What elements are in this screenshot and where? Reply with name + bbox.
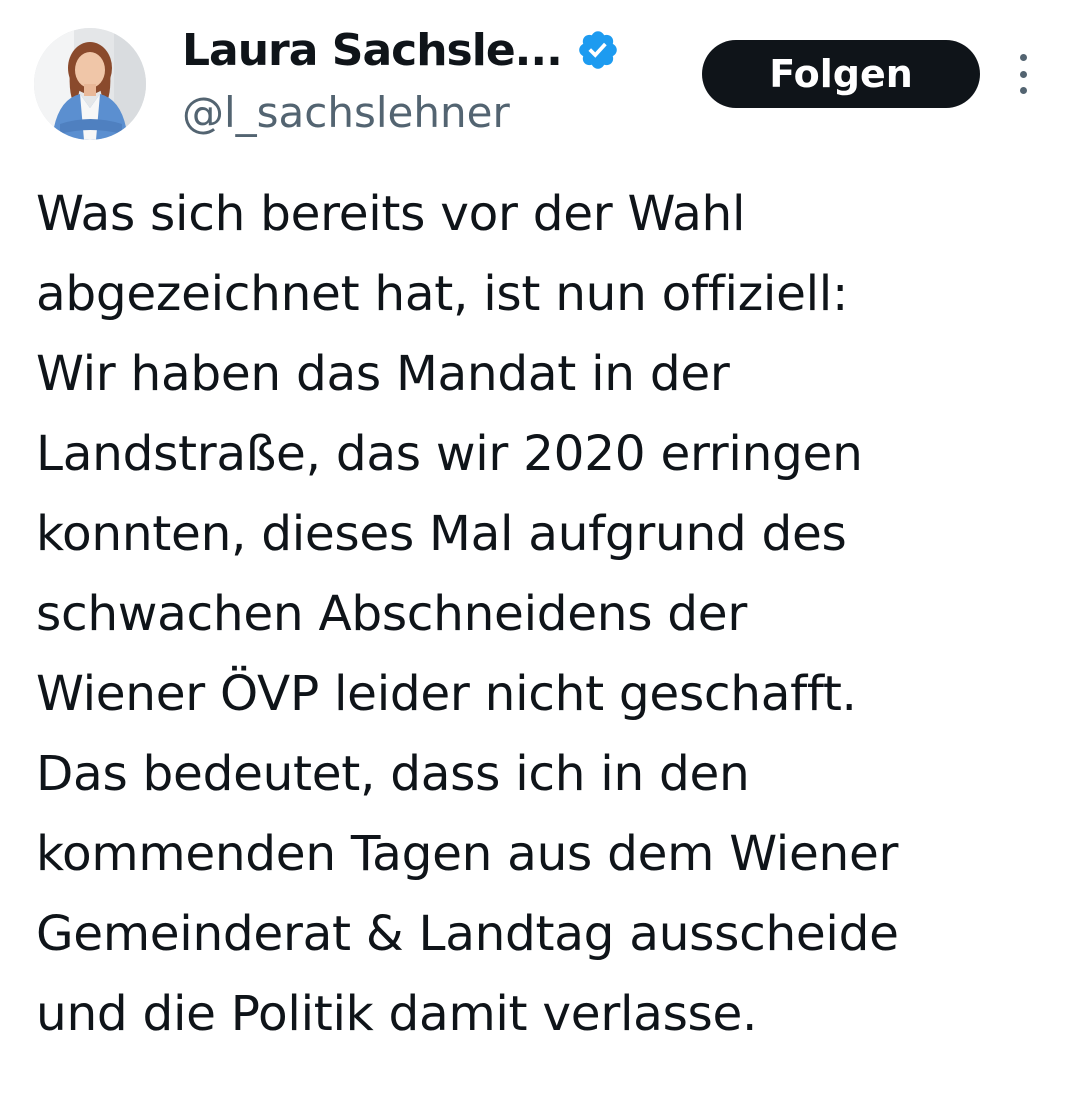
more-dot xyxy=(1019,54,1027,61)
tweet-text-line: Das bedeutet, dass ich in den xyxy=(36,746,750,802)
author-handle[interactable]: @l_sachslehner xyxy=(182,88,510,137)
author-name-row: Laura Sachsle... xyxy=(182,22,620,78)
avatar[interactable] xyxy=(34,28,146,140)
follow-button[interactable]: Folgen xyxy=(702,40,980,108)
tweet-text-line: Wiener ÖVP leider nicht geschafft. xyxy=(36,666,857,722)
author-display-name[interactable]: Laura Sachsle... xyxy=(182,25,563,76)
tweet-text-line: und die Politik damit verlasse. xyxy=(36,986,758,1042)
tweet-text-line: Wir haben das Mandat in der xyxy=(36,346,730,402)
tweet: Laura Sachsle... @l_sachslehner Folgen W… xyxy=(0,0,1079,1097)
more-options-icon[interactable] xyxy=(1010,54,1036,94)
verified-badge-icon[interactable] xyxy=(576,28,620,72)
tweet-text-line: schwachen Abschneidens der xyxy=(36,586,747,642)
tweet-text-line: Gemeinderat & Landtag ausscheide xyxy=(36,906,899,962)
tweet-text-line: Was sich bereits vor der Wahl xyxy=(36,186,746,242)
tweet-text: Was sich bereits vor der Wahl abgezeichn… xyxy=(36,174,1066,1054)
more-dot xyxy=(1019,87,1027,94)
tweet-text-line: Landstraße, das wir 2020 erringen xyxy=(36,426,863,482)
tweet-text-line: kommenden Tagen aus dem Wiener xyxy=(36,826,899,882)
tweet-text-line: konnten, dieses Mal aufgrund des xyxy=(36,506,847,562)
more-dot xyxy=(1019,70,1027,78)
tweet-text-line: abgezeichnet hat, ist nun offiziell: xyxy=(36,266,848,322)
avatar-photo xyxy=(34,28,146,140)
